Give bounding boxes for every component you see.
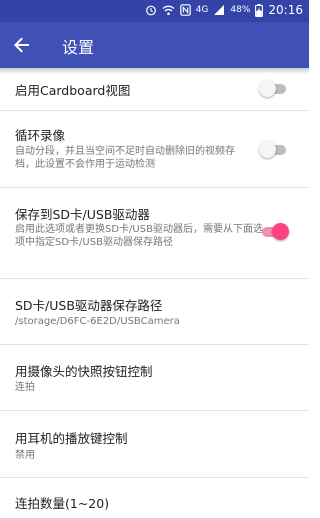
- status-icons: 4G 48% 20:16: [145, 3, 303, 17]
- setting-headset-play-key[interactable]: 用耳机的播放键控制 禁用: [0, 411, 309, 478]
- setting-title: 循环录像: [15, 128, 66, 143]
- loop-recording-switch[interactable]: [259, 140, 289, 160]
- switch-thumb: [259, 80, 276, 97]
- battery-charging-icon: [255, 3, 264, 17]
- setting-summary: /storage/D6FC-6E2D/USBCamera: [15, 316, 180, 327]
- setting-title: 用摄像头的快照按钮控制: [15, 364, 153, 379]
- switch-thumb: [259, 141, 276, 158]
- cardboard-view-switch[interactable]: [259, 79, 289, 99]
- setting-summary: 自动分段，并且当空间不足时自动删除旧的视频存档，此设置不会作用于运动检测: [15, 146, 235, 170]
- setting-title: 用耳机的播放键控制: [15, 431, 128, 446]
- setting-summary: 启用此选项或者更换SD卡/USB驱动器后，需要从下面选项中指定SD卡/USB驱动…: [15, 224, 263, 248]
- settings-list: 启用Cardboard视图 循环录像 自动分段，并且当空间不足时自动删除旧的视频…: [0, 70, 309, 518]
- status-time: 20:16: [268, 3, 303, 17]
- save-to-sd-switch[interactable]: [259, 222, 289, 242]
- setting-title: 连拍数量(1~20): [15, 496, 110, 511]
- status-bar: 4G 48% 20:16: [0, 0, 309, 22]
- setting-title: 保存到SD卡/USB驱动器: [15, 207, 150, 222]
- network-type: 4G: [195, 5, 209, 15]
- arrow-back-icon[interactable]: [10, 33, 34, 57]
- setting-summary: 连拍: [15, 382, 35, 393]
- wifi-icon: [162, 5, 175, 16]
- alarm-icon: [145, 5, 156, 16]
- setting-title: SD卡/USB驱动器保存路径: [15, 298, 163, 313]
- signal-icon: [214, 5, 225, 15]
- setting-save-to-sd[interactable]: 保存到SD卡/USB驱动器 启用此选项或者更换SD卡/USB驱动器后，需要从下面…: [0, 188, 309, 279]
- switch-thumb: [272, 223, 289, 240]
- setting-burst-count[interactable]: 连拍数量(1~20): [0, 478, 309, 518]
- setting-summary: 禁用: [15, 450, 35, 461]
- setting-camera-snapshot-button[interactable]: 用摄像头的快照按钮控制 连拍: [0, 345, 309, 411]
- setting-cardboard-view[interactable]: 启用Cardboard视图: [0, 70, 309, 111]
- setting-loop-recording[interactable]: 循环录像 自动分段，并且当空间不足时自动删除旧的视频存档，此设置不会作用于运动检…: [0, 111, 309, 188]
- setting-title: 启用Cardboard视图: [15, 83, 131, 98]
- battery-percent: 48%: [230, 5, 251, 15]
- setting-sd-path[interactable]: SD卡/USB驱动器保存路径 /storage/D6FC-6E2D/USBCam…: [0, 279, 309, 345]
- page-title: 设置: [62, 38, 95, 57]
- app-bar: 设置: [0, 22, 309, 68]
- nfc-icon: [179, 4, 191, 16]
